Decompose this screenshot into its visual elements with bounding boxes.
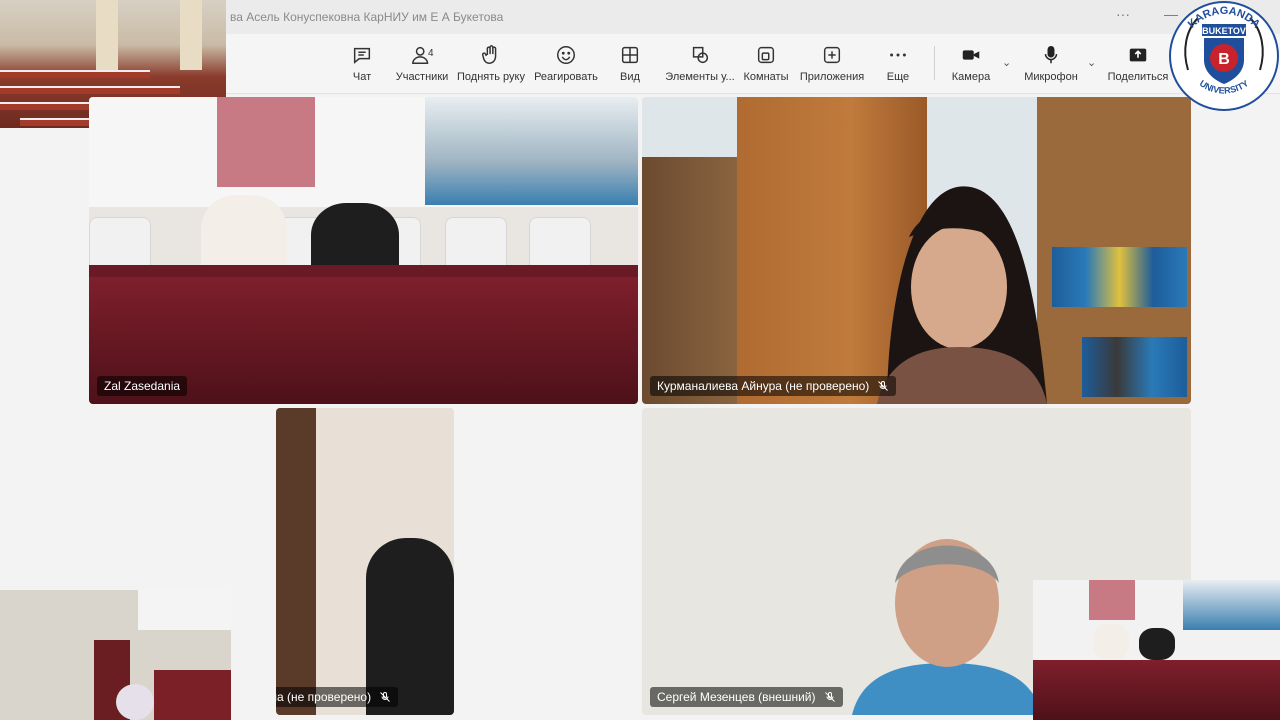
logo-middle-text: BUKETOV bbox=[1202, 26, 1246, 36]
camera-icon bbox=[929, 42, 1013, 68]
microphone-button[interactable]: Микрофон bbox=[1009, 42, 1093, 83]
tile-name: Zal Zasedania bbox=[104, 379, 181, 393]
microphone-options-chevron-icon[interactable]: ⌄ bbox=[1087, 56, 1096, 69]
flowers bbox=[116, 684, 154, 720]
tile-name-tag: Курманалиева Айнура (не проверено) bbox=[650, 376, 897, 396]
video-tile-lvovna[interactable]: Львовна (не проверено) bbox=[276, 408, 454, 715]
muted-microphone-icon bbox=[877, 380, 889, 392]
room-mirror-preview-video bbox=[1033, 580, 1280, 720]
tile-name-tag: Сергей Мезенцев (внешний) bbox=[650, 687, 843, 707]
meeting-title: ва Асель Конуспековна КарНИУ им Е А Буке… bbox=[230, 10, 504, 24]
participant-man bbox=[852, 539, 1042, 715]
tile-name-tag: Zal Zasedania bbox=[97, 376, 188, 396]
more-options-icon[interactable]: ··· bbox=[1116, 6, 1130, 22]
books bbox=[1052, 247, 1187, 307]
projection-screen bbox=[89, 97, 638, 207]
shared-video-thumbnail bbox=[217, 97, 315, 187]
door bbox=[276, 408, 316, 715]
projection-screen bbox=[138, 590, 231, 630]
stage-preview-video bbox=[0, 590, 231, 720]
tile-name: Сергей Мезенцев (внешний) bbox=[657, 690, 816, 704]
participants-count: 4 bbox=[428, 48, 434, 59]
participant-woman bbox=[877, 186, 1047, 404]
raise-hand-button[interactable]: Поднять руку bbox=[449, 42, 533, 83]
curtain bbox=[96, 0, 118, 70]
hand-icon bbox=[449, 42, 533, 68]
tile-name-tag: Львовна (не проверено) bbox=[276, 687, 399, 707]
camera-label: Камера bbox=[951, 71, 991, 83]
curtain bbox=[180, 0, 202, 70]
muted-microphone-icon bbox=[379, 691, 391, 703]
desk bbox=[154, 670, 231, 720]
shared-video-thumbnail bbox=[1089, 580, 1135, 620]
microphone-icon bbox=[1009, 42, 1093, 68]
more-label: Еще bbox=[886, 71, 910, 83]
muted-microphone-icon bbox=[824, 691, 836, 703]
camera-button[interactable]: Камера bbox=[929, 42, 1013, 83]
more-button[interactable]: Еще bbox=[856, 42, 940, 83]
seat-row bbox=[0, 70, 150, 78]
video-tile-kurmanalieva[interactable]: Курманалиева Айнура (не проверено) bbox=[642, 97, 1191, 404]
microphone-label: Микрофон bbox=[1024, 71, 1078, 83]
books bbox=[1082, 337, 1187, 397]
participant-woman-dark bbox=[1139, 628, 1175, 660]
video-tile-zal-zasedania[interactable]: Zal Zasedania bbox=[89, 97, 638, 404]
shared-video-thumbnail bbox=[425, 97, 638, 205]
tile-name: Львовна (не проверено) bbox=[276, 690, 372, 704]
meeting-toolbar: Чат 4 Участники Поднять руку Реагировать… bbox=[226, 34, 1280, 94]
logo-letter: B bbox=[1218, 51, 1230, 68]
participant-woman-white bbox=[1093, 624, 1129, 660]
ellipsis-icon bbox=[856, 42, 940, 68]
title-bar: ва Асель Конуспековна КарНИУ им Е А Буке… bbox=[226, 0, 1280, 34]
bookshelf bbox=[642, 157, 737, 404]
university-logo: B KARAGANDA BUKETOV UNIVERSITY bbox=[1168, 0, 1280, 114]
shared-video-thumbnail bbox=[1183, 580, 1280, 630]
tile-name: Курманалиева Айнура (не проверено) bbox=[657, 379, 870, 393]
desk bbox=[1033, 660, 1280, 720]
seat-row bbox=[0, 86, 180, 94]
raise-hand-label: Поднять руку bbox=[457, 71, 525, 83]
